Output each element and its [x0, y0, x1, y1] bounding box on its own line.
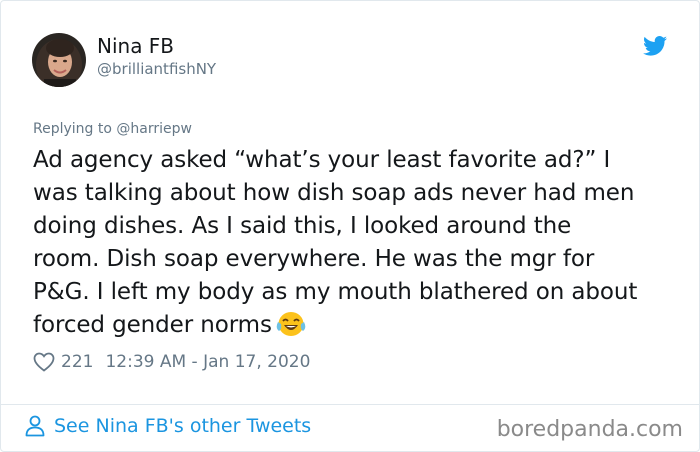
heart-icon[interactable]	[33, 352, 55, 372]
see-other-tweets-label[interactable]: See Nina FB's other Tweets	[54, 415, 311, 437]
footer-divider	[1, 404, 699, 405]
tweet-card: Nina FB @brilliantfishNY Replying to @ha…	[0, 0, 700, 452]
user-handle[interactable]: @brilliantfishNY	[97, 60, 216, 78]
tweet-text-line: room. Dish soap everywhere. He was the m…	[33, 246, 595, 272]
tweet-text-line: was talking about how dish soap ads neve…	[33, 180, 635, 206]
crying-laughing-emoji-icon	[276, 312, 306, 336]
tweet-text-line: forced gender norms	[33, 312, 272, 338]
person-icon	[25, 415, 45, 437]
tweet-text-last-line: forced gender norms	[33, 309, 683, 342]
display-name[interactable]: Nina FB	[97, 34, 174, 58]
tweet-text-line: P&G. I left my body as my mouth blathere…	[33, 279, 638, 305]
timestamp[interactable]: 12:39 AM - Jan 17, 2020	[105, 352, 310, 372]
replying-to-label[interactable]: Replying to @harriepw	[33, 121, 192, 137]
see-other-tweets-link[interactable]: See Nina FB's other Tweets	[25, 415, 311, 437]
tweet-text-line: Ad agency asked “what’s your least favor…	[33, 147, 611, 173]
watermark: boredpanda.com	[496, 417, 683, 442]
twitter-bird-icon[interactable]	[643, 36, 667, 56]
like-count[interactable]: 221	[61, 352, 93, 372]
tweet-meta: 221 12:39 AM - Jan 17, 2020	[33, 352, 310, 372]
avatar[interactable]	[32, 33, 86, 87]
tweet-text-line: doing dishes. As I said this, I looked a…	[33, 213, 572, 239]
tweet-text: Ad agency asked “what’s your least favor…	[33, 144, 683, 342]
